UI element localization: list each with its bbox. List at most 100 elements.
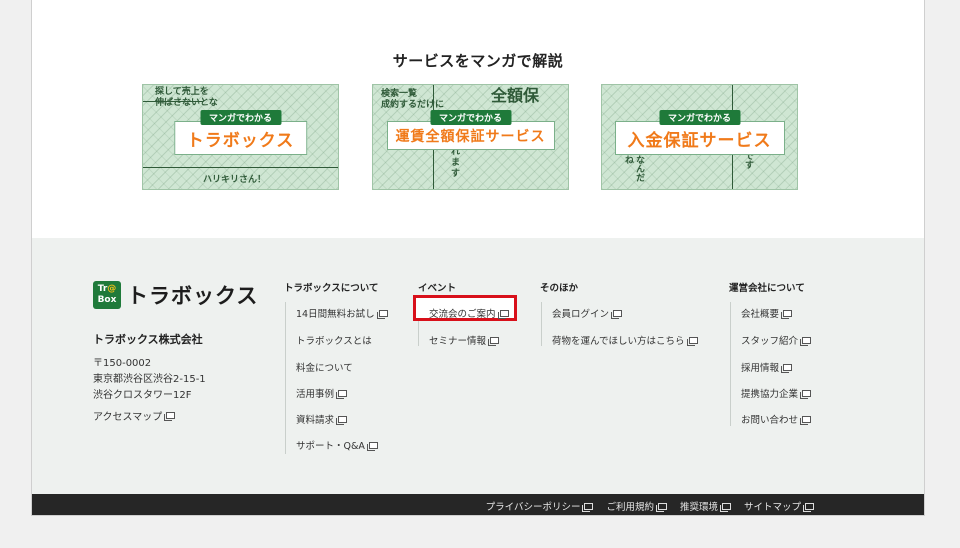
link-free-trial[interactable]: 14日間無料お試し <box>296 306 388 320</box>
external-link-icon <box>800 415 812 425</box>
banner-label: 運賃全額保証サービス <box>386 121 555 150</box>
link-pricing[interactable]: 料金について <box>296 360 353 374</box>
footer-logo[interactable]: Tr@ Box トラボックス <box>93 280 258 310</box>
banner-deco-text: 検索一覧 成約するだけに <box>381 89 445 110</box>
link-label: サポート・Q&A <box>296 441 365 452</box>
link-label: 資料請求 <box>296 415 335 426</box>
external-link-icon <box>488 336 500 346</box>
footer-col-title-company: 運営会社について <box>729 283 805 294</box>
logo-badge-icon: Tr@ Box <box>93 281 121 309</box>
link-label: 荷物を運んでほしい方はこちら <box>552 336 685 347</box>
link-label: 料金について <box>296 363 353 374</box>
column-divider <box>285 302 286 454</box>
link-privacy-policy[interactable]: プライバシーポリシー <box>486 499 594 513</box>
column-divider <box>541 302 542 346</box>
link-label: 活用事例 <box>296 389 335 400</box>
link-terms[interactable]: ご利用規約 <box>606 499 667 513</box>
link-label: 会社概要 <box>741 309 780 320</box>
external-link-icon <box>582 502 594 512</box>
manga-banner-payment-guarantee[interactable]: なんだね です マンガでわかる 入金保証サービス <box>601 84 798 190</box>
banner-label: 入金保証サービス <box>614 121 785 155</box>
page-frame: サービスをマンガで解説 探して売上を 伸ばさないとな ハリキリさん！ マンガでわ… <box>31 0 925 516</box>
logo-badge-top: Tr <box>97 284 108 294</box>
link-label: セミナー情報 <box>429 336 487 347</box>
link-label: ご利用規約 <box>606 502 654 513</box>
link-label: プライバシーポリシー <box>485 502 581 513</box>
link-label: 推奨環境 <box>679 502 718 513</box>
logo-badge-at: @ <box>107 284 117 294</box>
banner-name: 運賃全額保証サービス <box>395 129 546 145</box>
footer-col-title-event: イベント <box>418 283 457 294</box>
link-sitemap[interactable]: サイトマップ <box>744 499 814 513</box>
external-link-icon <box>781 363 793 373</box>
link-label: お問い合わせ <box>741 415 799 426</box>
link-request-documents[interactable]: 資料請求 <box>296 412 348 426</box>
link-label: 提携協力企業 <box>741 389 799 400</box>
address-line2: 渋谷クロスタワー12F <box>93 390 192 401</box>
external-link-icon <box>803 502 814 512</box>
column-divider <box>730 302 731 426</box>
external-link-icon <box>366 441 378 451</box>
external-link-icon <box>781 309 793 319</box>
address-line1: 東京都渋谷区渋谷2-15-1 <box>93 374 206 385</box>
link-recruiting[interactable]: 採用情報 <box>741 360 793 374</box>
external-link-icon <box>336 415 348 425</box>
link-company-overview[interactable]: 会社概要 <box>741 306 793 320</box>
external-link-icon <box>800 389 812 399</box>
address-postal: 〒150-0002 <box>93 358 152 369</box>
external-link-icon <box>164 412 176 421</box>
link-staff[interactable]: スタッフ紹介 <box>741 333 812 347</box>
link-label: トラボックスとは <box>296 336 372 347</box>
external-link-icon <box>376 309 388 319</box>
link-case-studies[interactable]: 活用事例 <box>296 386 348 400</box>
link-label: 会員ログイン <box>552 309 610 320</box>
manga-section: サービスをマンガで解説 探して売上を 伸ばさないとな ハリキリさん！ マンガでわ… <box>32 0 924 238</box>
link-shippers[interactable]: 荷物を運んでほしい方はこちら <box>552 333 698 347</box>
link-member-login[interactable]: 会員ログイン <box>552 306 623 320</box>
logo-badge-bottom: Box <box>97 295 117 305</box>
external-link-icon <box>719 502 731 512</box>
link-support-qa[interactable]: サポート・Q&A <box>296 438 378 452</box>
link-label: 14日間無料お試し <box>296 309 375 320</box>
company-name: トラボックス株式会社 <box>93 333 203 346</box>
banner-deco-text: 全額保 <box>491 86 540 105</box>
banner-deco-text: れ ま す <box>451 147 461 179</box>
banner-deco-text: ハリキリさん！ <box>203 175 267 185</box>
external-link-icon <box>800 336 812 346</box>
banner-name: 入金保証サービス <box>627 131 772 151</box>
footer-col-title-about: トラボックスについて <box>284 283 379 294</box>
link-label: サイトマップ <box>743 502 801 513</box>
link-label: 採用情報 <box>741 363 780 374</box>
panel-border <box>143 167 338 168</box>
link-label: 交流会のご案内 <box>429 309 496 320</box>
access-map-link[interactable]: アクセスマップ <box>93 408 176 423</box>
external-link-icon <box>655 502 667 512</box>
manga-banner-trabox[interactable]: 探して売上を 伸ばさないとな ハリキリさん！ マンガでわかる トラボックス <box>142 84 339 190</box>
link-recommended-env[interactable]: 推奨環境 <box>680 499 731 513</box>
manga-section-title: サービスをマンガで解説 <box>392 52 564 70</box>
link-partners[interactable]: 提携協力企業 <box>741 386 812 400</box>
link-seminar-info[interactable]: セミナー情報 <box>429 333 500 347</box>
banner-name: トラボックス <box>186 131 295 151</box>
banner-tag: マンガでわかる <box>199 110 282 125</box>
logo-text: トラボックス <box>127 284 259 308</box>
footer-col-title-other: そのほか <box>540 283 579 294</box>
banner-label: トラボックス <box>173 121 308 155</box>
external-link-icon <box>336 389 348 399</box>
external-link-icon <box>497 309 509 319</box>
banner-deco-text: 探して売上を 伸ばさないとな <box>155 87 218 108</box>
banner-tag: マンガでわかる <box>429 110 512 125</box>
external-link-icon <box>611 309 623 319</box>
external-link-icon <box>686 336 698 346</box>
bottom-links: プライバシーポリシー ご利用規約 推奨環境 サイトマップ <box>486 499 814 513</box>
link-contact[interactable]: お問い合わせ <box>741 412 812 426</box>
banner-tag: マンガでわかる <box>658 110 741 125</box>
link-networking-event[interactable]: 交流会のご案内 <box>429 306 509 320</box>
manga-banner-freight-guarantee[interactable]: 全額保 検索一覧 成約するだけに れ ま す マンガでわかる 運賃全額保証サービ… <box>372 84 569 190</box>
link-what-is-trabox[interactable]: トラボックスとは <box>296 333 372 347</box>
access-map-label: アクセスマップ <box>93 412 163 423</box>
banner-deco-text: なんだね <box>623 155 644 182</box>
site-footer: Tr@ Box トラボックス トラボックス株式会社 〒150-0002 東京都渋… <box>32 238 924 494</box>
link-label: スタッフ紹介 <box>741 336 799 347</box>
footer-bottom-bar: プライバシーポリシー ご利用規約 推奨環境 サイトマップ <box>32 494 924 515</box>
